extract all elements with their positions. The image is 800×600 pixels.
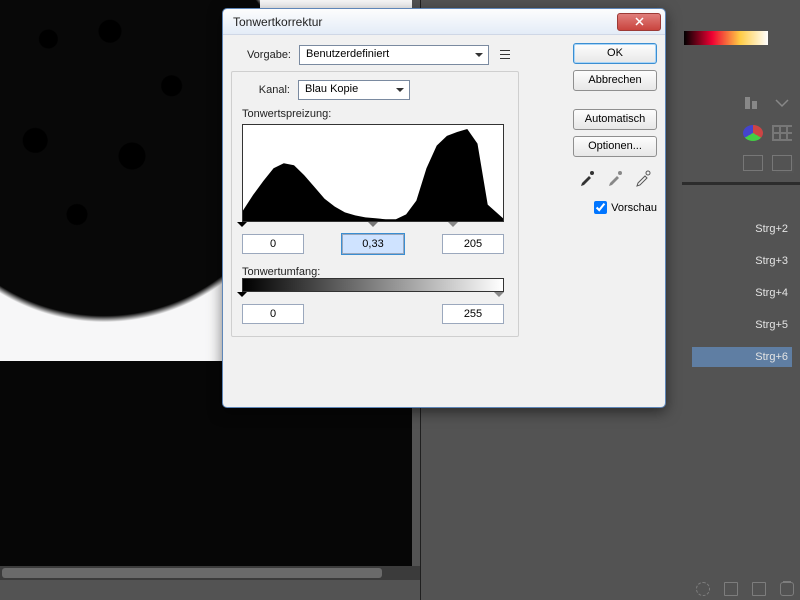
channel-label: Kanal: xyxy=(242,84,290,96)
close-button[interactable] xyxy=(617,13,661,31)
panel-icons-row-3 xyxy=(743,155,792,171)
channel-shortcut-row[interactable]: Strg+2 xyxy=(692,219,792,239)
cancel-button[interactable]: Abbrechen xyxy=(573,70,657,91)
dialog-title: Tonwertkorrektur xyxy=(233,15,322,29)
adjustment-icon[interactable] xyxy=(743,95,763,111)
output-white-slider[interactable] xyxy=(494,292,504,302)
histogram[interactable] xyxy=(242,124,504,222)
eyedropper-row xyxy=(573,169,657,187)
channel-shortcut-label: Strg+5 xyxy=(755,319,792,331)
histogram-chart xyxy=(243,125,503,222)
panel-footer-icons xyxy=(696,582,794,596)
black-eyedropper-icon[interactable] xyxy=(578,169,596,187)
white-eyedropper-icon[interactable] xyxy=(634,169,652,187)
channel-shortcut-label: Strg+2 xyxy=(755,223,792,235)
preview-checkbox[interactable] xyxy=(594,201,607,214)
levels-dialog: Tonwertkorrektur Vorgabe: Benutzerdefini… xyxy=(222,8,666,408)
input-slider-track[interactable] xyxy=(242,222,504,232)
panel-icons-row-2 xyxy=(743,125,792,141)
channel-shortcut-label: Strg+4 xyxy=(755,287,792,299)
close-icon xyxy=(635,17,644,26)
preset-menu-icon[interactable] xyxy=(497,47,513,63)
preset-label: Vorgabe: xyxy=(231,49,291,61)
canvas-horizontal-scrollbar[interactable] xyxy=(0,566,420,580)
white-point-slider[interactable] xyxy=(448,222,458,232)
preset-combo[interactable]: Benutzerdefiniert xyxy=(299,45,489,65)
layers-stack-icon[interactable] xyxy=(772,155,792,171)
chevron-down-icon[interactable] xyxy=(772,95,792,111)
canvas-tree-silhouette xyxy=(0,0,260,405)
channel-shortcut-row[interactable]: Strg+6 xyxy=(692,347,792,367)
channel-shortcut-row[interactable]: Strg+3 xyxy=(692,251,792,271)
layer-icon[interactable] xyxy=(743,155,763,171)
output-levels-label: Tonwertumfang: xyxy=(242,266,508,278)
selection-icon[interactable] xyxy=(696,582,710,596)
scrollbar-thumb[interactable] xyxy=(2,568,382,578)
input-black-field[interactable] xyxy=(242,234,304,254)
channel-combo[interactable]: Blau Kopie xyxy=(298,80,410,100)
mask-icon[interactable] xyxy=(724,582,738,596)
gray-eyedropper-icon[interactable] xyxy=(606,169,624,187)
channel-shortcut-label: Strg+3 xyxy=(755,255,792,267)
output-slider-track[interactable] xyxy=(242,292,504,302)
channel-shortcut-row[interactable]: Strg+4 xyxy=(692,283,792,303)
gamma-slider[interactable] xyxy=(368,222,378,232)
input-gamma-field[interactable] xyxy=(342,234,404,254)
dialog-button-column: OK Abbrechen Automatisch Optionen... Vor… xyxy=(567,43,657,214)
preset-value: Benutzerdefiniert xyxy=(306,48,389,60)
output-gradient[interactable] xyxy=(242,278,504,292)
channel-shortcut-label: Strg+6 xyxy=(755,351,792,363)
gradient-swatch[interactable] xyxy=(684,31,768,45)
input-white-field[interactable] xyxy=(442,234,504,254)
trash-icon[interactable] xyxy=(780,582,794,596)
output-black-field[interactable] xyxy=(242,304,304,324)
preview-checkbox-row[interactable]: Vorschau xyxy=(594,201,657,214)
black-point-slider[interactable] xyxy=(237,222,247,232)
preview-label: Vorschau xyxy=(611,202,657,214)
ok-button[interactable]: OK xyxy=(573,43,657,64)
rgb-circles-icon[interactable] xyxy=(743,125,763,141)
output-black-slider[interactable] xyxy=(237,292,247,302)
options-button[interactable]: Optionen... xyxy=(573,136,657,157)
output-white-field[interactable] xyxy=(442,304,504,324)
levels-frame: Kanal: Blau Kopie Tonwertspreizung: Tonw… xyxy=(231,71,519,337)
input-levels-label: Tonwertspreizung: xyxy=(242,108,508,120)
auto-button[interactable]: Automatisch xyxy=(573,109,657,130)
new-item-icon[interactable] xyxy=(752,582,766,596)
panel-separator xyxy=(682,182,800,185)
panel-icons-row-1 xyxy=(743,95,792,111)
channel-shortcut-row[interactable]: Strg+5 xyxy=(692,315,792,335)
channel-value: Blau Kopie xyxy=(305,83,358,95)
swatches-grid-icon[interactable] xyxy=(772,125,792,141)
dialog-titlebar[interactable]: Tonwertkorrektur xyxy=(223,9,665,35)
